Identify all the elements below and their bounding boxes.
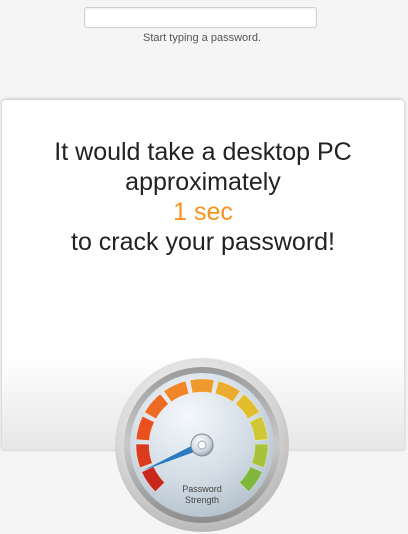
- crack-time-message: It would take a desktop PC approximately…: [2, 137, 404, 257]
- password-strength-gauge: Password Strength: [115, 358, 289, 532]
- gauge-label-line-1: Password: [182, 484, 222, 494]
- gauge-segment: [189, 378, 215, 394]
- crack-time-value: 1 sec: [173, 198, 233, 226]
- password-hint: Start typing a password.: [142, 32, 261, 44]
- password-input[interactable]: [84, 7, 317, 28]
- message-line-2: approximately: [125, 168, 281, 196]
- message-line-1: It would take a desktop PC: [54, 138, 352, 166]
- page: Start typing a password. It would take a…: [0, 0, 408, 534]
- gauge-label-line-2: Strength: [185, 495, 219, 505]
- gauge-hub-center: [197, 440, 207, 450]
- message-line-3: to crack your password!: [71, 228, 335, 256]
